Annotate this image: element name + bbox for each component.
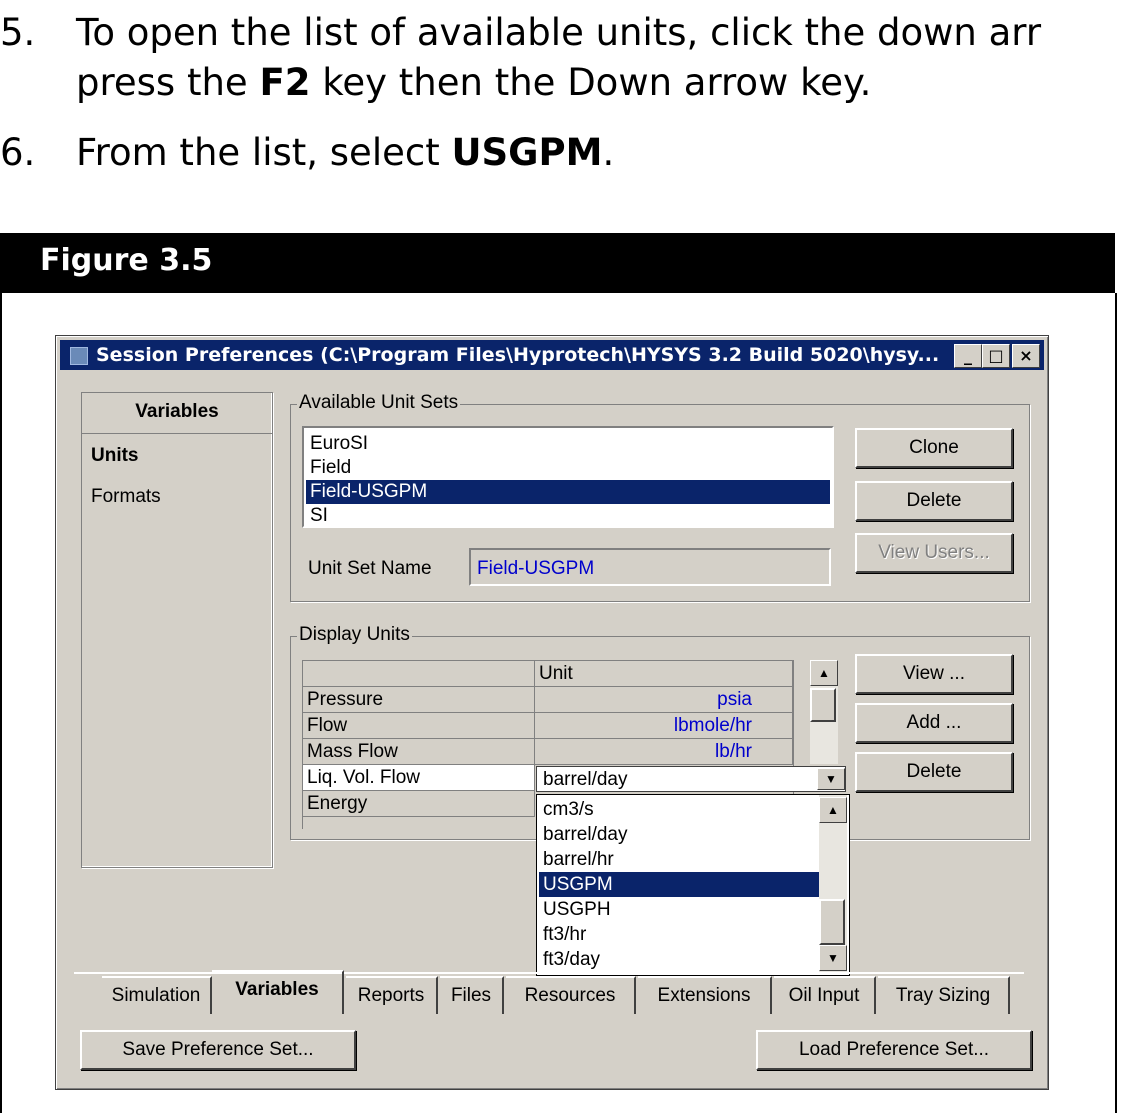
app-icon <box>70 347 88 365</box>
step-text: key then the Down arrow key. <box>310 61 872 104</box>
tab-resources[interactable]: Resources <box>506 976 636 1014</box>
load-preference-set-button[interactable]: Load Preference Set... <box>756 1030 1032 1070</box>
step-text: . <box>602 131 615 174</box>
unit-dropdown-list[interactable]: cm3/s barrel/day barrel/hr USGPM USGPH f… <box>536 794 850 976</box>
grid-unit-cell[interactable]: lb/hr <box>535 739 793 765</box>
add-unit-button[interactable]: Add ... <box>855 703 1013 743</box>
step-6: 6. From the list, select USGPM. <box>0 130 614 176</box>
figure-label: Figure 3.5 <box>40 243 213 278</box>
step-number: 6. <box>0 131 36 174</box>
grid-header-blank <box>303 661 535 687</box>
tab-simulation[interactable]: Simulation <box>102 976 212 1014</box>
unit-sets-list[interactable]: EuroSI Field Field-USGPM SI <box>302 426 834 528</box>
grid-variable-cell[interactable]: Energy <box>303 791 535 817</box>
tab-extensions[interactable]: Extensions <box>638 976 772 1014</box>
group-label: Available Unit Sets <box>297 392 461 414</box>
dropdown-option[interactable]: ft3/hr <box>539 922 819 947</box>
tab-reports[interactable]: Reports <box>346 976 438 1014</box>
step-5: 5. To open the list of available units, c… <box>0 10 1041 56</box>
step-text: To open the list of available units, cli… <box>76 11 1042 54</box>
delete-unit-button[interactable]: Delete <box>855 752 1013 792</box>
maximize-button[interactable]: □ <box>982 344 1010 368</box>
grid-unit-cell[interactable]: psia <box>535 687 793 713</box>
tab-files[interactable]: Files <box>440 976 504 1014</box>
step-text: press the <box>76 61 260 104</box>
step-text: From the list, select <box>76 131 452 174</box>
dropdown-option[interactable]: barrel/hr <box>539 847 819 872</box>
dropdown-option[interactable]: ft3/day <box>539 947 819 972</box>
unit-name: USGPM <box>451 131 603 174</box>
delete-unit-set-button[interactable]: Delete <box>855 481 1013 521</box>
tab-oil-input[interactable]: Oil Input <box>774 976 876 1014</box>
scroll-up-icon[interactable]: ▲ <box>819 797 847 823</box>
view-users-button[interactable]: View Users... <box>855 533 1013 573</box>
grid-variable-cell[interactable]: Liq. Vol. Flow <box>303 765 535 791</box>
scroll-up-icon[interactable]: ▲ <box>810 660 838 686</box>
scroll-thumb[interactable] <box>819 899 845 945</box>
grid-unit-cell[interactable]: lbmole/hr <box>535 713 793 739</box>
tab-tray-sizing[interactable]: Tray Sizing <box>878 976 1010 1014</box>
unit-column-header: Unit <box>535 661 793 687</box>
tab-variables[interactable]: Variables <box>212 970 344 1014</box>
step-5-continued: press the F2 key then the Down arrow key… <box>76 60 871 106</box>
figure-header: Figure 3.5 <box>0 233 1115 293</box>
variables-panel: Variables Units Formats <box>81 392 273 868</box>
list-item[interactable]: SI <box>306 504 830 526</box>
unit-set-name-label: Unit Set Name <box>308 558 432 579</box>
list-item[interactable]: EuroSI <box>306 432 830 456</box>
minimize-button[interactable]: _ <box>954 344 982 368</box>
window-title: Session Preferences (C:\Program Files\Hy… <box>96 344 940 366</box>
scroll-down-icon[interactable]: ▼ <box>819 945 847 971</box>
view-units-button[interactable]: View ... <box>855 654 1013 694</box>
scroll-thumb[interactable] <box>810 688 836 722</box>
step-number: 5. <box>0 11 36 54</box>
dropdown-scrollbar[interactable]: ▲ ▼ <box>819 795 847 973</box>
variables-item-units[interactable]: Units <box>91 445 139 467</box>
dropdown-option[interactable]: USGPH <box>539 897 819 922</box>
clone-button[interactable]: Clone <box>855 428 1013 468</box>
grid-variable-cell[interactable]: Mass Flow <box>303 739 535 765</box>
dropdown-option[interactable]: cm3/s <box>539 797 819 822</box>
save-preference-set-button[interactable]: Save Preference Set... <box>80 1030 356 1070</box>
grid-variable-cell[interactable]: Flow <box>303 713 535 739</box>
variables-header: Variables <box>135 401 219 422</box>
session-preferences-dialog: Session Preferences (C:\Program Files\Hy… <box>55 335 1049 1090</box>
grid-scrollbar[interactable]: ▲ <box>810 660 838 764</box>
list-item-selected[interactable]: Field-USGPM <box>306 480 830 504</box>
key-name: F2 <box>259 61 311 104</box>
dropdown-option-highlighted[interactable]: USGPM <box>539 872 819 897</box>
unit-combobox[interactable]: barrel/day ▼ <box>536 766 846 792</box>
dropdown-arrow-icon[interactable]: ▼ <box>817 768 845 790</box>
divider <box>82 433 272 434</box>
combobox-value: barrel/day <box>543 769 628 790</box>
grid-variable-cell[interactable]: Pressure <box>303 687 535 713</box>
close-button[interactable]: × <box>1012 344 1040 368</box>
dropdown-option[interactable]: barrel/day <box>539 822 819 847</box>
title-bar[interactable]: Session Preferences (C:\Program Files\Hy… <box>60 340 1044 370</box>
group-label: Display Units <box>297 624 412 646</box>
list-item[interactable]: Field <box>306 456 830 480</box>
unit-set-name-field[interactable]: Field-USGPM <box>469 548 831 586</box>
variables-item-formats[interactable]: Formats <box>91 486 161 508</box>
